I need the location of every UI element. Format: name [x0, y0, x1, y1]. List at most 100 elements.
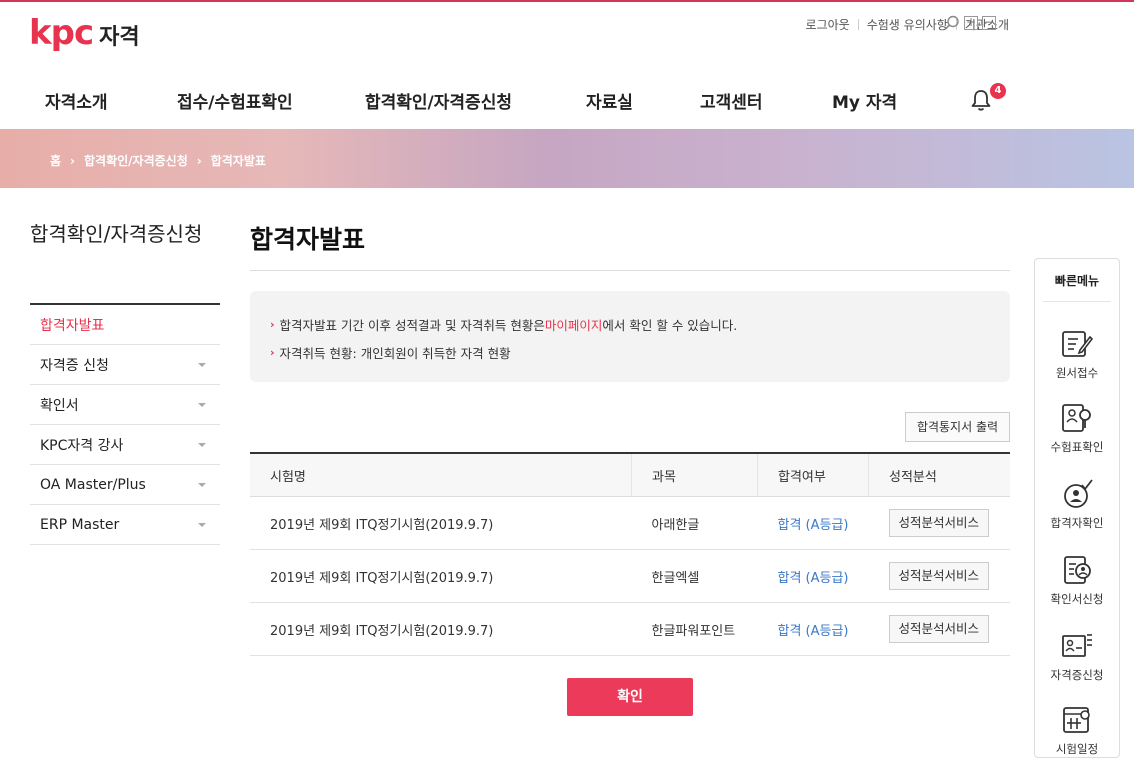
search-icon[interactable] [944, 15, 960, 31]
quick-item-label: 수험표확인 [1050, 440, 1104, 454]
nav-my-certification[interactable]: My 자격 [832, 88, 897, 113]
confirm-button[interactable]: 확인 [567, 678, 693, 716]
quick-menu: 빠른메뉴 원서접수 수험표확인 합격자확인 확인서신청 자격증신청 시험일정 [1034, 258, 1120, 758]
logo-mark: kpc [29, 13, 94, 53]
score-analysis-button[interactable]: 성적분석서비스 [888, 509, 990, 537]
sidebar-item-label: KPC자격 강사 [40, 437, 124, 454]
chevron-down-icon [198, 522, 206, 527]
calendar-icon [1063, 707, 1090, 733]
sidebar-item-label: 합격자발표 [40, 317, 105, 334]
pass-result: 합격 (A등급) [777, 517, 849, 533]
arrow-right-icon: › [270, 318, 275, 331]
subject: 한글엑셀 [631, 549, 758, 603]
table-header-row: 시험명 과목 합격여부 성적분석 [250, 452, 1010, 497]
top-accent-line [0, 0, 1134, 2]
col-result: 합격여부 [757, 452, 869, 497]
chevron-down-icon [198, 482, 206, 487]
exam-name: 2019년 제9회 ITQ정기시험(2019.9.7) [250, 496, 632, 550]
quick-item-schedule[interactable]: 시험일정 [1035, 705, 1119, 757]
chevron-right-icon: › [196, 153, 202, 168]
quick-item-confirmation[interactable]: 확인서신청 [1035, 555, 1119, 607]
notice-text: 에서 확인 할 수 있습니다. [602, 318, 738, 333]
pass-result: 합격 (A등급) [777, 570, 849, 586]
quick-item-cert-apply[interactable]: 자격증신청 [1035, 631, 1119, 683]
nav-resources[interactable]: 자료실 [586, 88, 633, 113]
divider [857, 19, 859, 30]
breadcrumb-home[interactable]: 홈 [50, 152, 61, 169]
utility-icons: + − [944, 15, 996, 31]
main-navigation: 자격소개 접수/수험표확인 합격확인/자격증신청 자료실 고객센터 My 자격 [0, 84, 1134, 118]
chevron-down-icon [198, 402, 206, 407]
breadcrumb-section[interactable]: 합격확인/자격증신청 [84, 152, 188, 169]
kpc-logo[interactable]: kpc 자격 [29, 15, 140, 51]
quick-item-ticket[interactable]: 수험표확인 [1035, 403, 1119, 455]
sidebar-item-label: ERP Master [40, 516, 120, 533]
zoom-out-button[interactable]: − [982, 16, 996, 30]
breadcrumb: 홈 › 합격확인/자격증신청 › 합격자발표 [50, 152, 266, 169]
notice-line: › 자격취득 현황: 개인회원이 취득한 자격 현황 [270, 343, 511, 362]
chevron-down-icon [198, 442, 206, 447]
col-exam-name: 시험명 [250, 452, 632, 497]
document-user-icon [1064, 556, 1091, 584]
score-analysis-button[interactable]: 성적분석서비스 [888, 562, 990, 590]
document-pen-icon [1062, 331, 1094, 357]
mypage-link[interactable]: 마이페이지 [545, 315, 603, 334]
sidebar-item-erp-master[interactable]: ERP Master [30, 505, 220, 545]
sidebar-item-label: OA Master/Plus [40, 476, 146, 493]
exam-name: 2019년 제9회 ITQ정기시험(2019.9.7) [250, 549, 632, 603]
notice-text: 합격자발표 기간 이후 성적결과 및 자격취득 현황은 [279, 318, 545, 333]
id-search-icon [1062, 404, 1091, 432]
page-banner: 홈 › 합격확인/자격증신청 › 합격자발표 [0, 129, 1134, 188]
nav-registration[interactable]: 접수/수험표확인 [177, 88, 293, 113]
sidebar-title: 합격확인/자격증신청 [30, 222, 203, 246]
sidebar-item-label: 확인서 [40, 397, 79, 414]
col-subject: 과목 [631, 452, 758, 497]
subject: 한글파워포인트 [631, 602, 758, 656]
table-row: 2019년 제9회 ITQ정기시험(2019.9.7) 한글파워포인트 합격 (… [250, 602, 1010, 656]
sidebar-item-confirmation[interactable]: 확인서 [30, 385, 220, 425]
zoom-in-button[interactable]: + [964, 16, 978, 30]
quick-menu-title: 빠른메뉴 [1043, 259, 1111, 302]
nav-pass-check[interactable]: 합격확인/자격증신청 [365, 88, 512, 113]
exam-notice-link[interactable]: 수험생 유의사항 [867, 16, 948, 33]
logout-link[interactable]: 로그아웃 [806, 16, 850, 33]
page-title: 합격자발표 [250, 225, 366, 254]
chevron-down-icon [198, 362, 206, 367]
results-table: 시험명 과목 합격여부 성적분석 2019년 제9회 ITQ정기시험(2019.… [250, 452, 1010, 656]
logo-text: 자격 [99, 25, 140, 50]
notification-badge: 4 [990, 83, 1006, 99]
subject: 아래한글 [631, 496, 758, 550]
col-analysis: 성적분석 [868, 452, 1010, 497]
id-card-icon [1062, 634, 1092, 657]
arrow-right-icon: › [270, 346, 275, 359]
sidebar-item-oa-master[interactable]: OA Master/Plus [30, 465, 220, 505]
quick-item-application[interactable]: 원서접수 [1035, 329, 1119, 381]
score-analysis-button[interactable]: 성적분석서비스 [888, 615, 990, 643]
print-notice-button[interactable]: 합격통지서 출력 [905, 412, 1010, 442]
nav-customer-center[interactable]: 고객센터 [700, 88, 763, 113]
quick-item-label: 자격증신청 [1050, 668, 1104, 682]
sidebar-menu: 합격자발표 자격증 신청 확인서 KPC자격 강사 OA Master/Plus… [30, 303, 220, 545]
exam-name: 2019년 제9회 ITQ정기시험(2019.9.7) [250, 602, 632, 656]
quick-item-label: 확인서신청 [1050, 592, 1104, 606]
bell-icon[interactable] [970, 88, 992, 116]
user-check-icon [1064, 479, 1093, 508]
nav-certification-intro[interactable]: 자격소개 [45, 88, 108, 113]
table-row: 2019년 제9회 ITQ정기시험(2019.9.7) 아래한글 합격 (A등급… [250, 496, 1010, 550]
notice-box: › 합격자발표 기간 이후 성적결과 및 자격취득 현황은 마이페이지 에서 확인… [250, 291, 1010, 382]
sidebar-item-cert-apply[interactable]: 자격증 신청 [30, 345, 220, 385]
sidebar-item-instructor[interactable]: KPC자격 강사 [30, 425, 220, 465]
sidebar-item-pass-announcement[interactable]: 합격자발표 [30, 305, 220, 345]
quick-item-label: 합격자확인 [1050, 516, 1104, 530]
breadcrumb-current[interactable]: 합격자발표 [211, 152, 266, 169]
table-row: 2019년 제9회 ITQ정기시험(2019.9.7) 한글엑셀 합격 (A등급… [250, 549, 1010, 603]
divider [250, 270, 1010, 271]
notice-text: 자격취득 현황: 개인회원이 취득한 자격 현황 [279, 346, 511, 361]
sidebar-item-label: 자격증 신청 [40, 357, 109, 374]
quick-item-pass[interactable]: 합격자확인 [1035, 479, 1119, 531]
chevron-right-icon: › [70, 153, 75, 168]
pass-result: 합격 (A등급) [777, 623, 849, 639]
notice-line: › 합격자발표 기간 이후 성적결과 및 자격취득 현황은 마이페이지 에서 확인… [270, 315, 737, 334]
quick-item-label: 시험일정 [1055, 742, 1099, 756]
quick-item-label: 원서접수 [1055, 366, 1099, 380]
